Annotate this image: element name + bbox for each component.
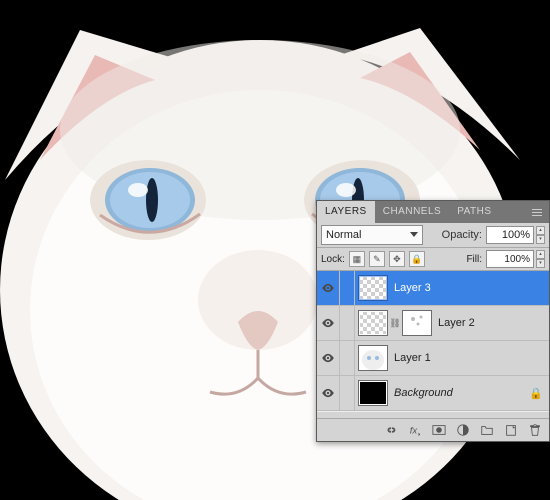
visibility-toggle[interactable]	[317, 306, 340, 340]
link-layers-icon[interactable]	[383, 422, 399, 438]
layer-name[interactable]: Layer 3	[394, 282, 431, 294]
layer-mask-icon[interactable]	[431, 422, 447, 438]
new-layer-icon[interactable]	[503, 422, 519, 438]
fill-label: Fill:	[466, 254, 482, 265]
layer-name[interactable]: Background	[394, 387, 453, 399]
lock-pixels-icon[interactable]: ✎	[369, 251, 385, 267]
layer-thumbs: ⛓	[355, 310, 432, 336]
lock-buttons: ▦ ✎ ✥ 🔒	[349, 251, 425, 267]
lock-fill-row: Lock: ▦ ✎ ✥ 🔒 Fill: 100% ▴▾	[317, 248, 549, 271]
layers-panel: LAYERS CHANNELS PATHS Normal Opacity: 10…	[316, 200, 550, 442]
layer-thumbnail[interactable]	[358, 275, 388, 301]
adjustment-layer-icon[interactable]	[455, 422, 471, 438]
lock-label: Lock:	[321, 254, 345, 265]
visibility-toggle[interactable]	[317, 341, 340, 375]
tab-channels[interactable]: CHANNELS	[375, 201, 449, 223]
layer-thumbnail[interactable]	[358, 380, 388, 406]
mask-link-icon[interactable]: ⛓	[391, 311, 399, 335]
blend-mode-select[interactable]: Normal	[321, 225, 423, 245]
layer-actions-bar: fx	[317, 418, 549, 441]
blend-mode-value: Normal	[326, 229, 361, 241]
layer-thumbs	[355, 275, 388, 301]
panel-spacer	[317, 411, 549, 418]
fill-stepper[interactable]: ▴▾	[536, 250, 545, 268]
link-column	[340, 376, 355, 410]
link-column	[340, 306, 355, 340]
lock-all-icon[interactable]: 🔒	[409, 251, 425, 267]
delete-layer-icon[interactable]	[527, 422, 543, 438]
layer-style-icon[interactable]: fx	[407, 422, 423, 438]
lock-indicator-icon: 🔒	[529, 387, 543, 400]
layer-thumbnail[interactable]	[358, 310, 388, 336]
visibility-toggle[interactable]	[317, 271, 340, 305]
opacity-stepper[interactable]: ▴▾	[536, 226, 545, 244]
layer-name[interactable]: Layer 2	[438, 317, 475, 329]
layer-row[interactable]: Layer 1	[317, 341, 549, 376]
fill-input[interactable]: 100%	[486, 250, 534, 268]
opacity-label: Opacity:	[442, 229, 482, 241]
lock-position-icon[interactable]: ✥	[389, 251, 405, 267]
panel-menu-icon[interactable]	[529, 205, 545, 220]
layer-group-icon[interactable]	[479, 422, 495, 438]
visibility-toggle[interactable]	[317, 376, 340, 410]
link-column	[340, 271, 355, 305]
lock-transparency-icon[interactable]: ▦	[349, 251, 365, 267]
tab-paths[interactable]: PATHS	[449, 201, 499, 223]
layer-row[interactable]: Layer 3	[317, 271, 549, 306]
opacity-input[interactable]: 100%	[486, 226, 534, 244]
layer-mask-thumbnail[interactable]	[402, 310, 432, 336]
panel-tabs: LAYERS CHANNELS PATHS	[317, 201, 549, 223]
link-column	[340, 341, 355, 375]
layer-name[interactable]: Layer 1	[394, 352, 431, 364]
svg-text:fx: fx	[410, 426, 419, 437]
layer-thumbnail[interactable]	[358, 345, 388, 371]
layer-thumbs	[355, 345, 388, 371]
blend-opacity-row: Normal Opacity: 100% ▴▾	[317, 223, 549, 248]
layer-row[interactable]: ⛓ Layer 2	[317, 306, 549, 341]
layer-row[interactable]: Background 🔒	[317, 376, 549, 411]
layer-list: Layer 3 ⛓ Layer 2 Layer 1 Background 🔒	[317, 271, 549, 411]
tab-layers[interactable]: LAYERS	[317, 201, 375, 223]
layer-thumbs	[355, 380, 388, 406]
